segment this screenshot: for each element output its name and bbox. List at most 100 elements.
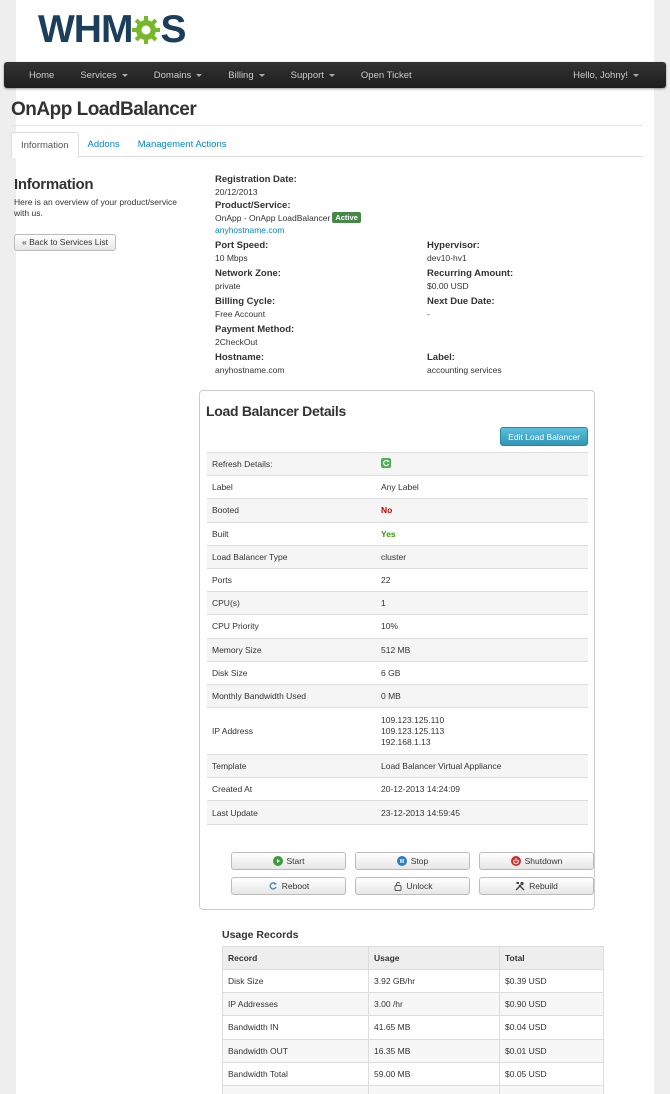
back-to-services-button[interactable]: « Back to Services List [14, 234, 116, 251]
usage-total-cell: $0.39 USD [499, 968, 604, 993]
details-value: 20-12-2013 14:24:09 [376, 777, 588, 801]
label-value: accounting services [427, 365, 502, 375]
start-button[interactable]: Start [231, 852, 346, 870]
nav-services-label: Services [80, 69, 117, 81]
usage-records-title: Usage Records [222, 929, 299, 941]
details-value: Yes [376, 521, 588, 546]
details-key: Label [207, 475, 376, 499]
details-value-text: cluster [381, 551, 407, 562]
details-value: 109.123.125.110 109.123.125.113 192.168.1.… [376, 707, 588, 755]
product-hostname-link[interactable]: anyhostname.com [215, 225, 284, 235]
details-row: Created At 20-12-2013 14:24:09 [207, 777, 588, 801]
details-value: 6 GB [376, 660, 588, 685]
details-value: 512 MB [376, 637, 588, 662]
nav-billing[interactable]: Billing [215, 62, 277, 88]
logo-text-left: WHM [38, 7, 133, 51]
details-key: Last Update [207, 800, 376, 825]
details-value-text: Any Label [381, 482, 419, 493]
usage-header-usage: Usage [368, 946, 500, 970]
sidebar-description: Here is an overview of your product/serv… [14, 197, 177, 218]
billing-cycle-label: Billing Cycle: [215, 296, 276, 307]
sidebar-title: Information [14, 176, 94, 193]
product-label: Product/Service: [215, 200, 291, 211]
nav-domains-label: Domains [153, 69, 192, 81]
unlock-button[interactable]: Unlock [355, 877, 470, 895]
usage-total-cell [499, 1084, 604, 1094]
next-due-date-value: - [427, 309, 430, 319]
nav-home[interactable]: Home [4, 62, 67, 88]
shutdown-label: Shutdown [524, 856, 563, 866]
details-row: Load Balancer Type cluster [207, 544, 588, 569]
details-row: Monthly Bandwidth Used 0 MB [207, 683, 588, 708]
usage-usage-cell: 3.00 /hr [368, 992, 500, 1016]
details-key: Template [207, 754, 376, 778]
caret-down-icon [328, 73, 335, 77]
details-row: Booted No [207, 498, 588, 523]
details-value-text: 1 [381, 598, 386, 609]
title-divider [11, 125, 643, 126]
network-zone-label: Network Zone: [215, 268, 281, 279]
product-value-row: OnApp - OnApp LoadBalancer Active [215, 212, 361, 224]
tab-addons[interactable]: Addons [79, 132, 129, 157]
nav-services[interactable]: Services [67, 62, 140, 88]
rebuild-button[interactable]: Rebuild [479, 877, 594, 895]
ip-address: 109.123.125.113 [381, 725, 445, 736]
usage-record-cell: Bandwidth Total [222, 1061, 369, 1086]
tab-management-actions[interactable]: Management Actions [129, 132, 236, 157]
ip-address: 192.168.1.13 [381, 736, 431, 747]
rebuild-label: Rebuild [529, 881, 558, 891]
details-value-text: 0 MB [381, 690, 401, 701]
details-key: Refresh Details: [207, 451, 376, 476]
nav-home-label: Home [29, 69, 55, 81]
details-value-text: 10% [381, 621, 399, 632]
nav-support[interactable]: Support [278, 62, 348, 88]
usage-header-total: Total [499, 946, 604, 970]
usage-record-cell: Bandwidth IN [222, 1015, 369, 1040]
details-key: Ports [207, 567, 376, 592]
usage-total-cell: $0.01 USD [499, 1038, 604, 1063]
caret-down-icon [121, 73, 128, 77]
details-row: Disk Size 6 GB [207, 660, 588, 685]
details-row: IP Address 109.123.125.110 109.123.125.113… [207, 707, 588, 755]
nav-user-menu[interactable]: Hello, Johny! [560, 62, 666, 88]
reboot-button[interactable]: Reboot [231, 877, 346, 895]
unlock-icon [394, 881, 401, 891]
network-zone-value: private [215, 281, 241, 291]
tab-bar: Information Addons Management Actions [11, 132, 643, 158]
start-label: Start [286, 856, 305, 866]
page-title: OnApp LoadBalancer [11, 99, 197, 120]
details-value-text: 22 [381, 575, 391, 586]
details-key: IP Address [207, 707, 376, 755]
details-value[interactable] [376, 451, 588, 476]
whmcs-logo[interactable]: WHM S [38, 9, 186, 49]
refresh-icon[interactable] [381, 458, 391, 469]
details-value-text: Yes [381, 528, 396, 539]
load-balancer-details-title: Load Balancer Details [206, 403, 346, 419]
shutdown-button[interactable]: Shutdown [479, 852, 594, 870]
details-key: CPU(s) [207, 591, 376, 615]
product-value: OnApp - OnApp LoadBalancer [215, 213, 331, 223]
caret-down-icon [633, 73, 639, 77]
edit-load-balancer-button[interactable]: Edit Load Balancer [500, 427, 588, 446]
details-value: 10% [376, 614, 588, 638]
usage-record-cell: Disk Size [222, 968, 369, 993]
logo-text-right: S [160, 7, 187, 51]
nav-domains[interactable]: Domains [141, 62, 216, 88]
details-value: 23-12-2013 14:59:45 [376, 800, 588, 825]
usage-records-table: Record Usage Total Disk Size 3.92 GB/hr $0… [222, 946, 604, 1094]
stop-button[interactable]: Stop [355, 852, 470, 870]
nav-open-ticket[interactable]: Open Ticket [348, 62, 425, 88]
details-value: 0 MB [376, 683, 588, 708]
nav-billing-label: Billing [228, 69, 254, 81]
usage-record-cell: IP Addresses [222, 992, 369, 1016]
caret-down-icon [196, 73, 203, 77]
status-badge: Active [332, 212, 361, 223]
details-row: CPU Priority 10% [207, 614, 588, 638]
usage-total-cell: $0.04 USD [499, 1015, 604, 1040]
gear-icon [132, 16, 161, 44]
usage-record-cell: Bandwidth OUT [222, 1038, 369, 1063]
next-due-date-label: Next Due Date: [427, 296, 495, 307]
usage-record-cell [222, 1084, 369, 1094]
hypervisor-value: dev10-hv1 [427, 253, 467, 263]
tab-information[interactable]: Information [11, 132, 79, 158]
